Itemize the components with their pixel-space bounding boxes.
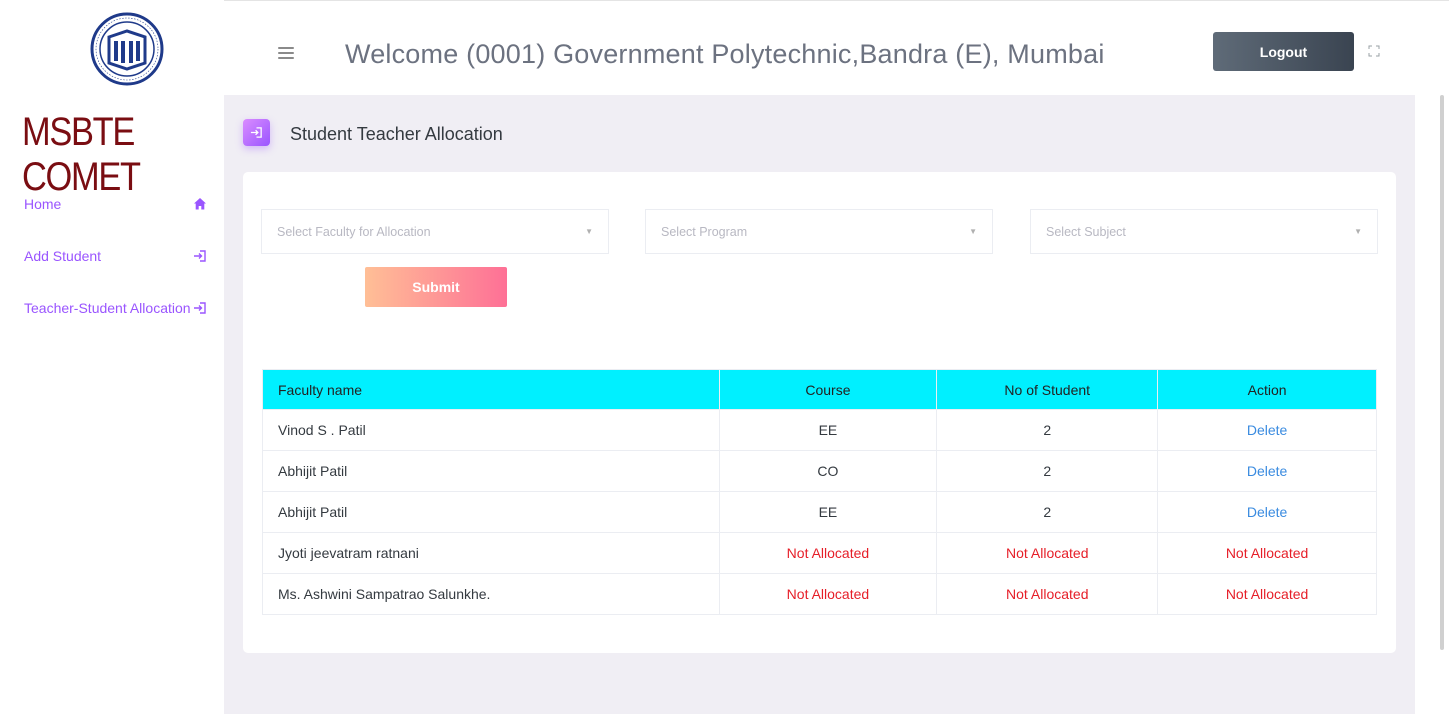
sidebar-item-label: Add Student xyxy=(24,248,102,264)
course-cell: Not Allocated xyxy=(718,532,938,574)
column-header-student-count: No of Student xyxy=(936,369,1159,410)
msbte-logo xyxy=(90,12,164,86)
chevron-down-icon: ▼ xyxy=(969,227,977,236)
table-row: Ms. Ashwini Sampatrao Salunkhe. Not Allo… xyxy=(262,573,1377,615)
subject-select[interactable]: Select Subject ▼ xyxy=(1030,209,1378,254)
course-cell: CO xyxy=(718,450,938,492)
column-header-course: Course xyxy=(718,369,938,410)
page-title: Student Teacher Allocation xyxy=(290,124,503,144)
table-row: Jyoti jeevatram ratnani Not Allocated No… xyxy=(262,532,1377,574)
sidebar: MSBTE COMET Home Add Student Teacher-Stu… xyxy=(0,0,224,714)
program-select-placeholder: Select Program xyxy=(661,224,748,239)
sidebar-item-label: Home xyxy=(24,196,62,212)
faculty-cell: Abhijit Patil xyxy=(262,450,720,492)
subject-select-placeholder: Select Subject xyxy=(1046,224,1126,239)
column-header-faculty: Faculty name xyxy=(262,369,720,410)
column-header-action: Action xyxy=(1157,369,1377,410)
table-header-row: Faculty name Course No of Student Action xyxy=(262,369,1377,410)
student-count-cell: 2 xyxy=(936,450,1159,492)
faculty-cell: Jyoti jeevatram ratnani xyxy=(262,532,720,574)
student-count-cell: 2 xyxy=(936,491,1159,533)
app-root: MSBTE COMET Home Add Student Teacher-Stu… xyxy=(0,0,1449,714)
allocation-card: Select Faculty for Allocation ▼ Select P… xyxy=(243,172,1396,653)
faculty-select[interactable]: Select Faculty for Allocation ▼ xyxy=(261,209,609,254)
home-icon xyxy=(192,196,208,212)
logout-button[interactable]: Logout xyxy=(1213,32,1354,71)
course-cell: EE xyxy=(718,491,938,533)
student-count-cell: Not Allocated xyxy=(936,573,1159,615)
program-select[interactable]: Select Program ▼ xyxy=(645,209,993,254)
delete-link[interactable]: Delete xyxy=(1247,504,1287,520)
menu-toggle-icon[interactable] xyxy=(278,47,294,59)
delete-link[interactable]: Delete xyxy=(1247,422,1287,438)
sidebar-item-teacher-student-allocation[interactable]: Teacher-Student Allocation xyxy=(24,297,208,319)
faculty-select-placeholder: Select Faculty for Allocation xyxy=(277,224,431,239)
sidebar-item-label: Teacher-Student Allocation xyxy=(24,300,191,316)
table-row: Abhijit Patil CO 2 Delete xyxy=(262,450,1377,492)
submit-button[interactable]: Submit xyxy=(365,267,507,307)
sidebar-item-add-student[interactable]: Add Student xyxy=(24,245,208,267)
delete-link[interactable]: Delete xyxy=(1247,463,1287,479)
faculty-cell: Abhijit Patil xyxy=(262,491,720,533)
page-scrollbar[interactable] xyxy=(1440,95,1444,650)
table-row: Vinod S . Patil EE 2 Delete xyxy=(262,409,1377,451)
page-title-icon xyxy=(243,119,270,146)
allocation-table: Faculty name Course No of Student Action… xyxy=(262,369,1377,615)
brand-name: MSBTE COMET xyxy=(22,110,141,199)
student-count-cell: 2 xyxy=(936,409,1159,451)
welcome-text: Welcome (0001) Government Polytechnic,Ba… xyxy=(345,39,1105,69)
course-cell: Not Allocated xyxy=(718,573,938,615)
table-row: Abhijit Patil EE 2 Delete xyxy=(262,491,1377,533)
fullscreen-icon[interactable] xyxy=(1368,45,1380,57)
sign-in-icon xyxy=(192,248,208,264)
faculty-cell: Ms. Ashwini Sampatrao Salunkhe. xyxy=(262,573,720,615)
course-cell: EE xyxy=(718,409,938,451)
action-cell: Not Allocated xyxy=(1157,532,1377,574)
main-content: Student Teacher Allocation Select Facult… xyxy=(224,95,1415,714)
action-cell: Not Allocated xyxy=(1157,573,1377,615)
chevron-down-icon: ▼ xyxy=(1354,227,1362,236)
sign-in-icon xyxy=(192,300,208,316)
sidebar-item-home[interactable]: Home xyxy=(24,193,208,215)
faculty-cell: Vinod S . Patil xyxy=(262,409,720,451)
chevron-down-icon: ▼ xyxy=(585,227,593,236)
student-count-cell: Not Allocated xyxy=(936,532,1159,574)
